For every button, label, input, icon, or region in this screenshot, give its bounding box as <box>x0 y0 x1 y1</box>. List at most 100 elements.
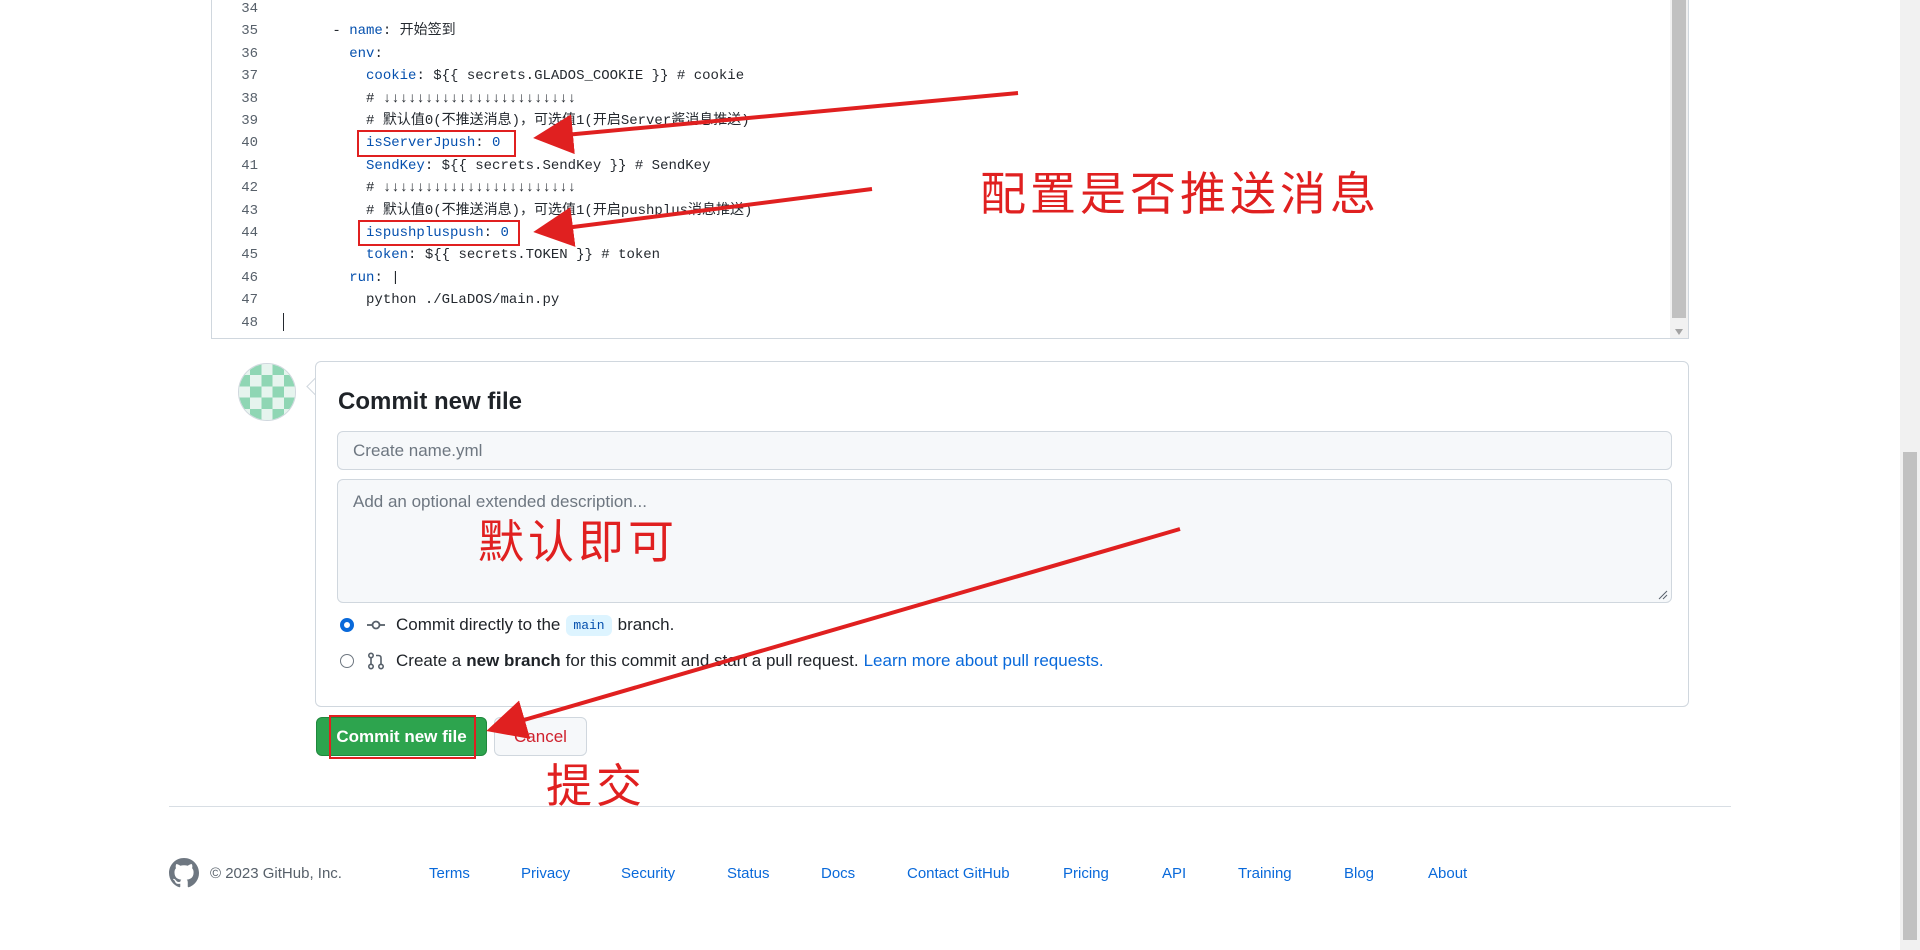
footer-link-privacy[interactable]: Privacy <box>521 865 570 882</box>
code-line[interactable]: 46 run: | <box>212 267 1672 289</box>
identicon-icon <box>239 364 295 420</box>
branch-name-badge: main <box>566 614 612 636</box>
yaml-value: # ↓↓↓↓↓↓↓↓↓↓↓↓↓↓↓↓↓↓↓↓↓↓↓ <box>366 90 577 107</box>
footer-link-api[interactable]: API <box>1162 865 1186 882</box>
commit-direct-prefix: Commit directly to the <box>396 615 561 634</box>
commit-title: Commit new file <box>338 388 523 415</box>
footer-divider <box>169 806 1731 807</box>
footer-link-training[interactable]: Training <box>1238 865 1292 882</box>
yaml-value: ${{ secrets.GLADOS_COOKIE }} # cookie <box>433 68 745 85</box>
resize-handle-icon[interactable] <box>1658 590 1668 600</box>
footer-copyright: © 2023 GitHub, Inc. <box>210 865 342 882</box>
page-scrollbar-thumb[interactable] <box>1903 452 1917 940</box>
git-commit-icon <box>367 620 385 630</box>
avatar[interactable] <box>238 363 296 421</box>
new-branch-option[interactable]: Create a new branch for this commit and … <box>340 649 1104 673</box>
yaml-key: cookie <box>366 68 417 85</box>
footer-link-status[interactable]: Status <box>727 865 770 882</box>
editor-scrollbar-thumb[interactable] <box>1672 0 1686 318</box>
code-line[interactable]: 39 # 默认值0(不推送消息)，可选值1(开启Server酱消息推送) <box>212 110 1672 132</box>
annotation-default-ok: 默认即可 <box>478 515 678 569</box>
highlight-ispushpluspush <box>358 220 520 246</box>
new-branch-prefix: Create a <box>396 651 462 670</box>
footer-link-about[interactable]: About <box>1428 865 1467 882</box>
code-text: env: <box>282 43 383 65</box>
line-number: 48 <box>241 314 258 331</box>
code-text: cookie: ${{ secrets.GLADOS_COOKIE }} # c… <box>282 65 744 87</box>
code-text: # ↓↓↓↓↓↓↓↓↓↓↓↓↓↓↓↓↓↓↓↓↓↓↓ <box>282 88 576 110</box>
line-number: 46 <box>241 269 258 286</box>
annotation-configure-push: 配置是否推送消息 <box>980 167 1380 221</box>
code-line[interactable]: 34 <box>212 0 1672 20</box>
page-scrollbar[interactable] <box>1900 0 1920 950</box>
footer-link-security[interactable]: Security <box>621 865 675 882</box>
yaml-key: run <box>349 269 375 286</box>
yaml-separator: : <box>416 68 434 85</box>
footer-link-blog[interactable]: Blog <box>1344 865 1374 882</box>
text-cursor <box>283 313 284 331</box>
commit-summary-input[interactable] <box>337 431 1672 470</box>
commit-direct-suffix: branch. <box>617 615 675 634</box>
code-line[interactable]: 48 <box>212 312 1672 334</box>
code-text: # 默认值0(不推送消息)，可选值1(开启pushplus消息推送) <box>282 200 752 222</box>
footer-link-terms[interactable]: Terms <box>429 865 470 882</box>
code-text: - name: 开始签到 <box>282 20 456 42</box>
radio-new-branch[interactable] <box>340 654 354 668</box>
pull-request-icon <box>367 652 385 670</box>
code-line[interactable]: 38 # ↓↓↓↓↓↓↓↓↓↓↓↓↓↓↓↓↓↓↓↓↓↓↓ <box>212 88 1672 110</box>
yaml-separator: : <box>424 157 442 174</box>
yaml-key: SendKey <box>366 157 425 174</box>
scroll-down-arrow-icon[interactable] <box>1675 329 1683 335</box>
editor-scrollbar[interactable] <box>1670 0 1688 338</box>
new-branch-suffix: for this commit and start a pull request… <box>565 651 859 670</box>
code-line[interactable]: 43 # 默认值0(不推送消息)，可选值1(开启pushplus消息推送) <box>212 200 1672 222</box>
line-number: 41 <box>241 157 258 174</box>
code-text: # ↓↓↓↓↓↓↓↓↓↓↓↓↓↓↓↓↓↓↓↓↓↓↓ <box>282 177 576 199</box>
code-line[interactable]: 42 # ↓↓↓↓↓↓↓↓↓↓↓↓↓↓↓↓↓↓↓↓↓↓↓ <box>212 177 1672 199</box>
yaml-key: env <box>349 45 375 62</box>
yaml-separator: : <box>374 45 383 62</box>
highlight-isserverjpush <box>357 130 516 157</box>
line-number: 43 <box>241 202 258 219</box>
github-logo-icon[interactable] <box>169 858 199 888</box>
code-editor[interactable]: 34 35 - name: 开始签到 36 env: 37 cookie: ${{ s… <box>211 0 1689 339</box>
line-number: 35 <box>241 23 258 40</box>
line-number: 40 <box>241 135 258 152</box>
footer-link-pricing[interactable]: Pricing <box>1063 865 1109 882</box>
annotation-submit: 提交 <box>546 759 646 813</box>
yaml-value: python ./GLaDOS/main.py <box>366 292 560 309</box>
code-line[interactable]: 47 python ./GLaDOS/main.py <box>212 289 1672 311</box>
radio-commit-direct[interactable] <box>340 618 354 632</box>
highlight-commit-button <box>329 715 476 759</box>
code-line[interactable]: 37 cookie: ${{ secrets.GLADOS_COOKIE }} … <box>212 65 1672 87</box>
commit-direct-option[interactable]: Commit directly to the main branch. <box>340 613 674 637</box>
code-line[interactable]: 36 env: <box>212 43 1672 65</box>
yaml-value: 开始签到 <box>399 23 456 40</box>
code-line[interactable]: 45 token: ${{ secrets.TOKEN }} # token <box>212 244 1672 266</box>
code-indent: - <box>282 23 350 40</box>
line-number: 44 <box>241 225 258 241</box>
footer-link-contact-github[interactable]: Contact GitHub <box>907 865 1010 882</box>
yaml-value: # 默认值0(不推送消息)，可选值1(开启Server酱消息推送) <box>366 113 750 129</box>
yaml-value: ${{ secrets.SendKey }} # SendKey <box>441 157 711 174</box>
learn-more-link[interactable]: Learn more about pull requests. <box>864 651 1104 671</box>
code-text: token: ${{ secrets.TOKEN }} # token <box>282 244 660 266</box>
yaml-value: # ↓↓↓↓↓↓↓↓↓↓↓↓↓↓↓↓↓↓↓↓↓↓↓ <box>366 180 577 197</box>
footer-link-docs[interactable]: Docs <box>821 865 855 882</box>
line-number: 34 <box>241 1 258 17</box>
code-line[interactable]: 35 - name: 开始签到 <box>212 20 1672 42</box>
yaml-key: token <box>366 247 409 264</box>
line-number: 37 <box>241 68 258 85</box>
new-branch-bold: new branch <box>466 651 561 670</box>
yaml-value: | <box>391 269 400 286</box>
code-line[interactable]: 41 SendKey: ${{ secrets.SendKey }} # Sen… <box>212 155 1672 177</box>
yaml-value: # 默认值0(不推送消息)，可选值1(开启pushplus消息推送) <box>366 202 753 219</box>
